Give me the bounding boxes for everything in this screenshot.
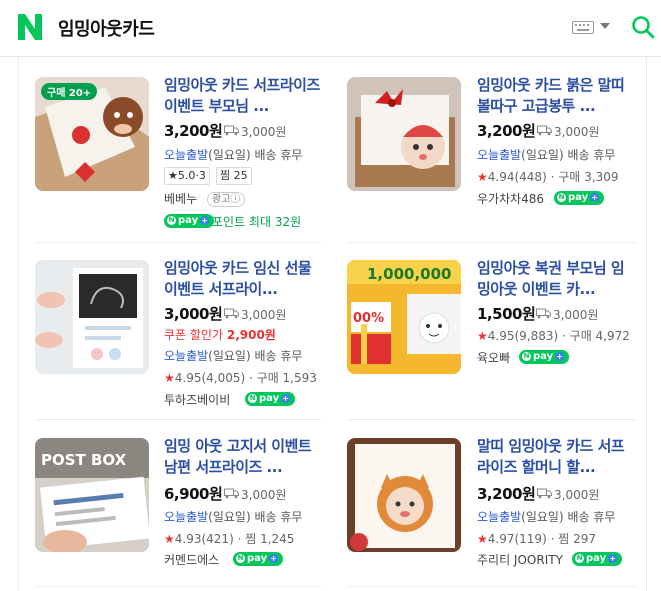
lottery-amount-text: 1,000,000	[367, 265, 451, 283]
product-title[interactable]: 임밍아웃 복권 부모님 임밍아웃 이벤트 카...	[477, 258, 637, 300]
divider	[35, 419, 321, 420]
divider	[35, 242, 321, 243]
npay-badge: Npay +	[164, 214, 215, 228]
product-grid: 구매 20+ 임밍아웃 카드 서프라이즈 이벤트 부모님 ... 3,200원 …	[18, 57, 647, 591]
product-title[interactable]: 임밍 아웃 고지서 이벤트 남편 서프라이즈 ...	[164, 436, 324, 478]
buy-count-badge: 구매 20+	[41, 83, 98, 100]
product-price: 6,900원	[164, 485, 223, 503]
naver-logo-icon[interactable]	[16, 12, 44, 42]
seller-name[interactable]: 우가차차486	[477, 190, 544, 207]
wishlist-box: 찜 25	[216, 167, 252, 185]
point-info: 포인트 최대 32원	[212, 215, 302, 229]
product-price: 3,200원	[164, 122, 223, 140]
search-icon[interactable]	[631, 15, 655, 39]
product-price: 3,200원	[477, 485, 536, 503]
postbox-bill-image: POST BOX	[35, 438, 149, 552]
shipping-fee: 3,000원	[554, 125, 600, 139]
truck-icon	[224, 308, 239, 319]
svg-text:00%: 00%	[353, 311, 384, 326]
shipping-fee: 3,000원	[553, 308, 599, 322]
npay-badge: Npay +	[572, 552, 623, 566]
npay-badge: Npay +	[245, 392, 296, 406]
divider	[347, 242, 637, 243]
keyboard-dropdown-icon[interactable]	[600, 23, 610, 29]
star-icon: ★	[477, 532, 488, 546]
truck-icon	[537, 125, 552, 136]
product-thumbnail[interactable]: 1,000,000 00%	[347, 260, 461, 374]
horse-character-card-image	[347, 438, 461, 552]
rating-info: ★4.95(9,883) · 구매 4,972	[477, 329, 630, 343]
product-title[interactable]: 말띠 임밍아웃 카드 서프라이즈 할머니 할...	[477, 436, 637, 478]
divider	[35, 586, 321, 587]
product-title[interactable]: 임밍아웃 카드 임신 선물 이벤트 서프라이...	[164, 258, 324, 300]
shipping-fee: 3,000원	[241, 125, 287, 139]
rating-info: ★4.97(119) · 찜 297	[477, 532, 596, 546]
delivery-info: 오늘출발(일요일) 배송 휴무	[477, 510, 616, 524]
product-title[interactable]: 임밍아웃 카드 붉은 말띠 볼따구 고급봉투 ...	[477, 75, 637, 117]
star-icon: ★	[477, 170, 488, 184]
delivery-info: 오늘출발(일요일) 배송 휴무	[164, 148, 303, 162]
search-query-title[interactable]: 임밍아웃카드	[58, 15, 155, 41]
ad-label[interactable]: 광고ⓘ	[207, 192, 246, 207]
seller-name[interactable]: 육오빠	[477, 349, 510, 366]
shipping-fee: 3,000원	[554, 488, 600, 502]
product-thumbnail[interactable]: POST BOX	[35, 438, 149, 552]
product-title[interactable]: 임밍아웃 카드 서프라이즈 이벤트 부모님 ...	[164, 75, 324, 117]
product-price: 3,000원	[164, 305, 223, 323]
npay-badge: Npay +	[554, 191, 605, 205]
delivery-info: 오늘출발(일요일) 배송 휴무	[477, 148, 616, 162]
seller-name[interactable]: 커멘드에스	[164, 551, 219, 568]
red-ribbon-card-image	[347, 77, 461, 191]
product-price: 1,500원	[477, 305, 536, 323]
keyboard-icon[interactable]	[572, 21, 594, 34]
star-icon: ★	[164, 371, 175, 385]
lottery-card-image: 1,000,000 00%	[347, 260, 461, 374]
rating-info: ★4.94(448) · 구매 3,309	[477, 170, 619, 184]
npay-badge: Npay +	[233, 552, 284, 566]
product-thumbnail[interactable]	[347, 77, 461, 191]
rating-info: ★4.93(421) · 찜 1,245	[164, 532, 295, 546]
product-price: 3,200원	[477, 122, 536, 140]
ultrasound-card-image	[35, 260, 149, 374]
divider	[347, 586, 637, 587]
product-thumbnail[interactable]: 구매 20+	[35, 77, 149, 191]
delivery-info: 오늘출발(일요일) 배송 휴무	[164, 349, 303, 363]
delivery-info: 오늘출발(일요일) 배송 휴무	[164, 510, 303, 524]
truck-icon	[537, 488, 552, 499]
postbox-text: POST BOX	[41, 451, 127, 469]
search-header: 임밍아웃카드	[0, 0, 661, 57]
npay-badge: Npay +	[519, 350, 570, 364]
shipping-fee: 3,000원	[241, 308, 287, 322]
coupon-price: 쿠폰 할인가 2,900원	[164, 328, 276, 342]
rating-info: ★4.95(4,005) · 구매 1,593	[164, 371, 317, 385]
shipping-fee: 3,000원	[241, 488, 287, 502]
truck-icon	[536, 308, 551, 319]
product-thumbnail[interactable]	[35, 260, 149, 374]
product-thumbnail[interactable]	[347, 438, 461, 552]
seller-name[interactable]: 주리티 JOORITY	[477, 551, 563, 568]
seller-name[interactable]: 베베누	[164, 190, 197, 207]
star-icon: ★	[164, 532, 175, 546]
seller-name[interactable]: 투하즈베이비	[164, 391, 230, 408]
rating-box: ★5.0·3	[164, 167, 210, 185]
truck-icon	[224, 488, 239, 499]
divider	[347, 419, 637, 420]
truck-icon	[224, 125, 239, 136]
star-icon: ★	[477, 329, 488, 343]
